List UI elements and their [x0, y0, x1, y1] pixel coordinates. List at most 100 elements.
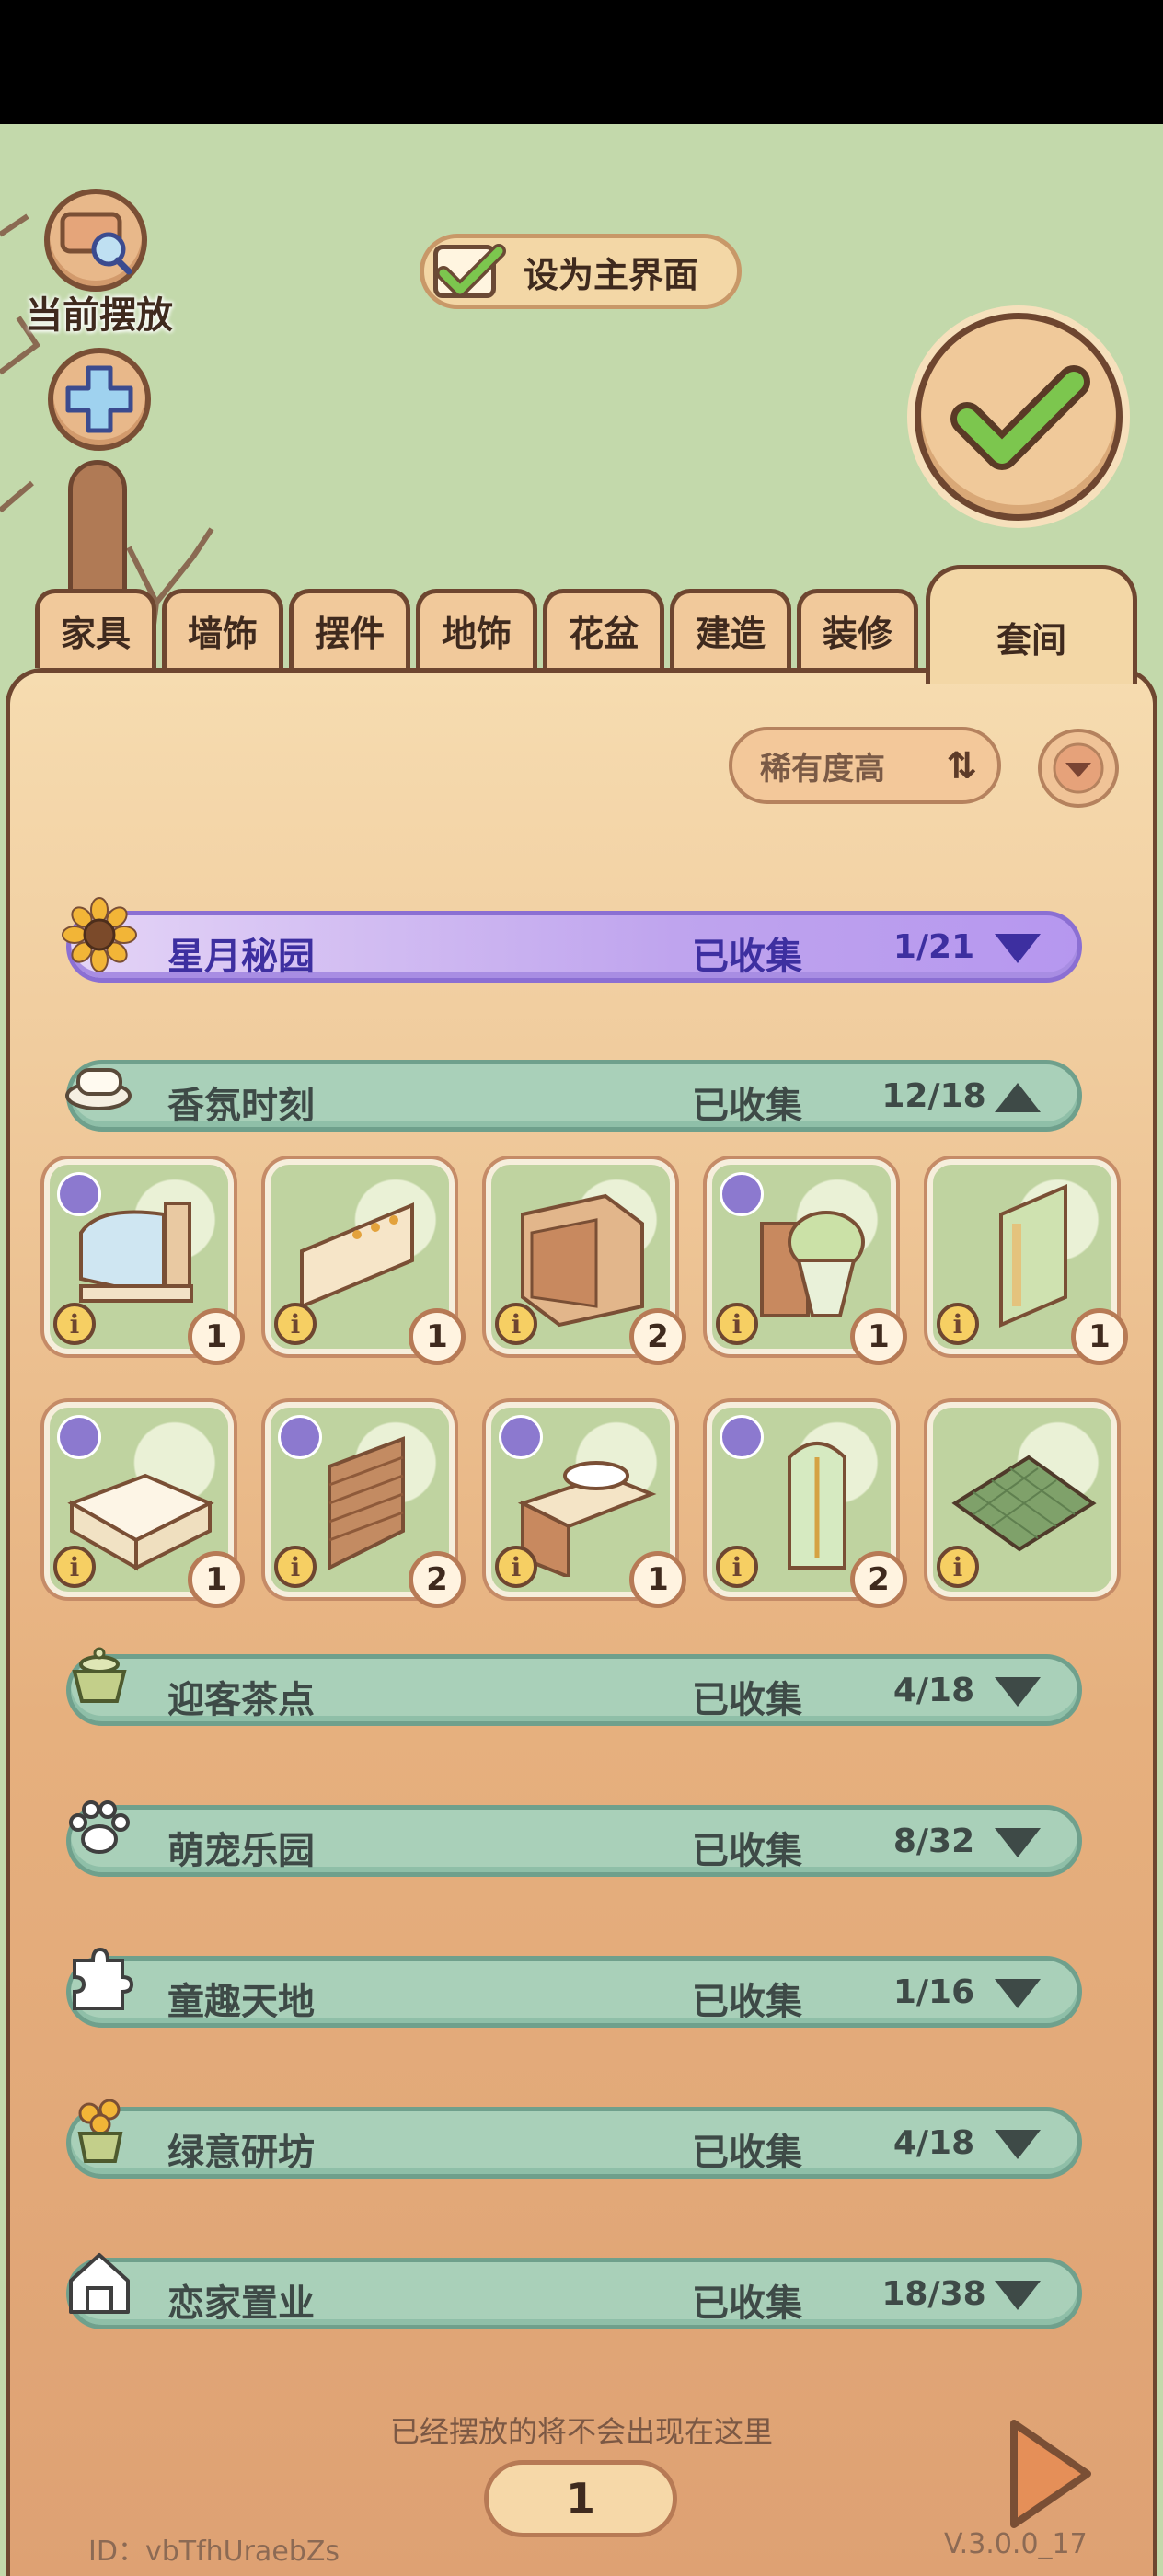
info-icon[interactable]: i — [274, 1303, 317, 1345]
set-collected-label: 已收集 — [692, 1679, 802, 1721]
quantity-badge: 1 — [629, 1551, 686, 1608]
plant-icon — [77, 2099, 123, 2163]
item-card[interactable]: i 2 — [486, 1159, 686, 1365]
quantity-badge: 2 — [850, 1551, 907, 1608]
tab-wall-decor[interactable]: 墙饰 — [162, 589, 283, 668]
collapse-arrow-icon[interactable] — [995, 1083, 1041, 1112]
info-icon[interactable]: i — [274, 1546, 317, 1588]
set-row-starmoon[interactable]: 星月秘园 已收集 1/21 — [62, 897, 1082, 983]
set-collected-label: 已收集 — [692, 1830, 802, 1872]
expand-arrow-icon[interactable] — [995, 1677, 1041, 1707]
quantity-badge: 1 — [409, 1308, 466, 1365]
scene-pillar — [68, 460, 127, 607]
soap-icon — [65, 1068, 132, 1110]
info-icon[interactable]: i — [716, 1546, 758, 1588]
placed-items-note: 已经摆放的将不会出现在这里 — [389, 2414, 773, 2449]
set-count: 4/18 — [892, 1672, 975, 1709]
plus-icon — [65, 365, 133, 433]
item-card[interactable]: i 2 — [265, 1402, 466, 1608]
version-label: V.3.0.0_17 — [944, 2528, 1088, 2560]
filter-dropdown-button[interactable] — [1038, 729, 1119, 808]
player-id: ID：vbTfhUraebZs — [88, 2536, 340, 2568]
info-icon[interactable]: i — [53, 1303, 96, 1345]
tab-renovation[interactable]: 装修 — [797, 589, 918, 668]
item-card[interactable]: i 1 — [927, 1159, 1128, 1365]
current-placement-label: 当前摆放 — [26, 294, 173, 337]
info-icon[interactable]: i — [937, 1546, 979, 1588]
info-icon[interactable]: i — [716, 1303, 758, 1345]
tab-floor-decor[interactable]: 地饰 — [416, 589, 537, 668]
confirm-button[interactable] — [915, 313, 1123, 521]
status-bar — [0, 0, 1163, 124]
house-icon — [69, 2253, 130, 2314]
teacup-icon — [72, 1647, 127, 1703]
item-card[interactable]: i 1 — [707, 1159, 907, 1365]
info-icon[interactable]: i — [53, 1546, 96, 1588]
paw-icon — [69, 1800, 130, 1854]
set-count: 8/32 — [892, 1823, 975, 1860]
item-card[interactable]: i 1 — [265, 1159, 466, 1365]
set-as-home-label: 设为主界面 — [524, 254, 699, 295]
set-name: 萌宠乐园 — [167, 1830, 315, 1872]
tab-furniture[interactable]: 家具 — [35, 589, 156, 668]
tab-construction[interactable]: 建造 — [670, 589, 791, 668]
quantity-badge: 1 — [850, 1308, 907, 1365]
set-count: 1/16 — [892, 1973, 975, 2011]
set-as-home-toggle[interactable]: 设为主界面 — [420, 234, 742, 309]
expand-arrow-icon[interactable] — [995, 1828, 1041, 1857]
current-placement-button[interactable] — [44, 189, 147, 292]
quantity-badge: 1 — [188, 1308, 245, 1365]
page-indicator: 1 — [484, 2460, 677, 2537]
set-name: 星月秘园 — [167, 936, 315, 978]
set-row-pets[interactable]: 萌宠乐园 已收集 8/32 — [66, 1800, 1082, 1877]
set-name: 迎客茶点 — [167, 1679, 315, 1721]
sort-label: 稀有度高 — [760, 750, 885, 788]
info-icon[interactable]: i — [495, 1303, 537, 1345]
info-icon[interactable]: i — [937, 1303, 979, 1345]
checkmark-icon — [950, 365, 1090, 470]
puzzle-icon — [73, 1947, 134, 2010]
expand-arrow-icon[interactable] — [995, 2281, 1041, 2310]
quantity-badge: 2 — [409, 1551, 466, 1608]
set-collected-label: 已收集 — [692, 1981, 802, 2023]
tab-flower-pots[interactable]: 花盆 — [543, 589, 664, 668]
checkbox[interactable] — [433, 244, 506, 298]
info-icon[interactable]: i — [495, 1546, 537, 1588]
set-name: 恋家置业 — [167, 2283, 315, 2325]
set-row-tea[interactable]: 迎客茶点 已收集 4/18 — [66, 1647, 1082, 1726]
set-count: 1/21 — [892, 928, 975, 966]
tab-suites[interactable]: 套间 — [926, 565, 1137, 684]
search-rug-icon — [60, 212, 132, 275]
sort-button[interactable]: 稀有度高 ⇅ — [729, 727, 1001, 804]
set-name: 香氛时刻 — [167, 1085, 315, 1127]
next-page-icon[interactable] — [1001, 2414, 1097, 2534]
set-name: 童趣天地 — [167, 1981, 315, 2023]
set-collected-label: 已收集 — [692, 2283, 802, 2325]
item-card[interactable]: i 1 — [486, 1402, 686, 1608]
set-count: 18/38 — [881, 2275, 986, 2313]
quantity-badge: 1 — [188, 1551, 245, 1608]
checkmark-icon — [436, 244, 506, 297]
set-collected-label: 已收集 — [692, 1085, 802, 1127]
set-name: 绿意研坊 — [167, 2132, 315, 2174]
set-count: 12/18 — [881, 1077, 986, 1115]
quantity-badge: 1 — [1071, 1308, 1128, 1365]
set-count: 4/18 — [892, 2124, 975, 2162]
quantity-badge: 2 — [629, 1308, 686, 1365]
item-card[interactable]: i — [927, 1402, 1117, 1597]
set-row-home[interactable]: 恋家置业 已收集 18/38 — [66, 2253, 1082, 2329]
set-collected-label: 已收集 — [692, 936, 802, 978]
sort-toggle-icon: ⇅ — [946, 745, 977, 788]
tab-ornaments[interactable]: 摆件 — [289, 589, 410, 668]
set-collected-label: 已收集 — [692, 2132, 802, 2174]
set-row-greenery[interactable]: 绿意研坊 已收集 4/18 — [66, 2099, 1082, 2179]
expand-arrow-icon[interactable] — [995, 1979, 1041, 2008]
expand-arrow-icon[interactable] — [995, 934, 1041, 963]
set-row-childhood[interactable]: 童趣天地 已收集 1/16 — [66, 1947, 1082, 2028]
set-row-fragrance[interactable]: 香氛时刻 已收集 12/18 — [65, 1060, 1082, 1132]
add-button[interactable] — [48, 348, 151, 451]
item-card[interactable]: i 1 — [44, 1159, 245, 1365]
item-card[interactable]: i 2 — [707, 1402, 907, 1608]
expand-arrow-icon[interactable] — [995, 2130, 1041, 2159]
item-card[interactable]: i 1 — [44, 1402, 245, 1608]
